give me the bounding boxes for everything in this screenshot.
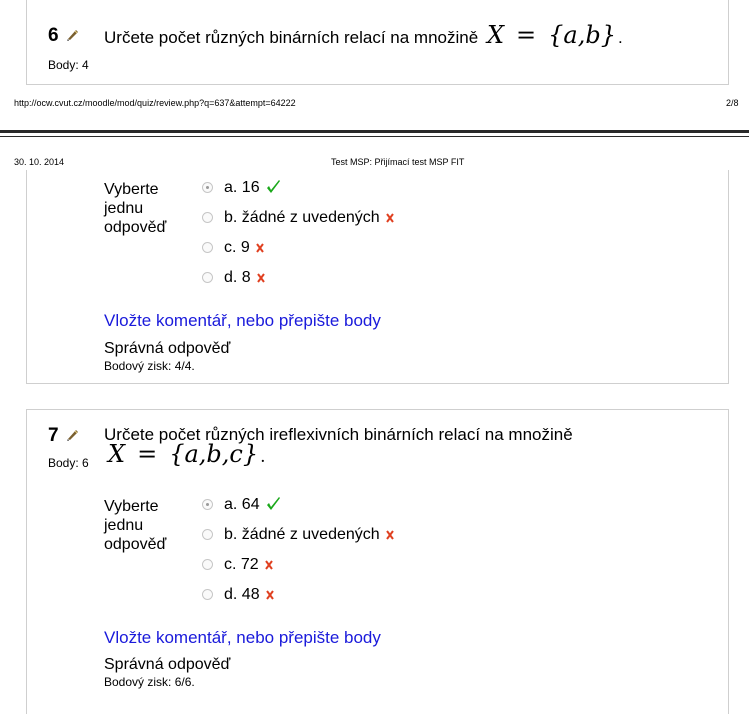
edit-icon[interactable] xyxy=(66,28,80,42)
page-break-line-thin xyxy=(0,136,749,137)
math-expression: X = {a,b} xyxy=(486,21,616,49)
cross-icon xyxy=(385,530,394,540)
comment-link[interactable]: Vložte komentář, nebo přepište body xyxy=(104,311,381,331)
answer-status: Správná odpověď xyxy=(104,340,231,357)
question-7-number: 7 xyxy=(48,425,80,447)
question-6-text: Určete počet různých binárních relací na… xyxy=(104,21,623,49)
radio-button[interactable] xyxy=(202,242,213,253)
page-number: 2/8 xyxy=(726,98,739,108)
print-doc-title: Test MSP: Přijímací test MSP FIT xyxy=(331,157,465,167)
edit-icon[interactable] xyxy=(66,428,80,442)
print-date: 30. 10. 2014 xyxy=(14,157,65,167)
page-break-line xyxy=(0,130,749,133)
page-url: http://ocw.cvut.cz/moodle/mod/quiz/revie… xyxy=(14,98,296,108)
radio-button[interactable] xyxy=(202,499,213,510)
answer-prompt: Vyberte jednu odpověď xyxy=(104,498,167,553)
answer-prompt: Vyberte jednu odpověď xyxy=(104,181,167,236)
radio-button[interactable] xyxy=(202,272,213,283)
radio-button[interactable] xyxy=(202,589,213,600)
cross-icon xyxy=(265,590,274,600)
question-7-points: Body: 6 xyxy=(48,456,89,470)
radio-button[interactable] xyxy=(202,529,213,540)
cross-icon xyxy=(256,273,265,283)
cross-icon xyxy=(255,243,264,253)
cross-icon xyxy=(264,560,273,570)
radio-button[interactable] xyxy=(202,182,213,193)
radio-button[interactable] xyxy=(202,559,213,570)
check-icon xyxy=(266,179,280,193)
score-text: Bodový zisk: 4/4. xyxy=(104,359,195,373)
cross-icon xyxy=(385,213,394,223)
question-6-number: 6 xyxy=(48,25,80,47)
radio-button[interactable] xyxy=(202,212,213,223)
answer-status: Správná odpověď xyxy=(104,656,231,673)
check-icon xyxy=(266,496,280,510)
question-6-points: Body: 4 xyxy=(48,58,89,72)
score-text: Bodový zisk: 6/6. xyxy=(104,675,195,689)
comment-link[interactable]: Vložte komentář, nebo přepište body xyxy=(104,628,381,648)
math-expression: X = {a,b,c}. xyxy=(108,440,266,468)
